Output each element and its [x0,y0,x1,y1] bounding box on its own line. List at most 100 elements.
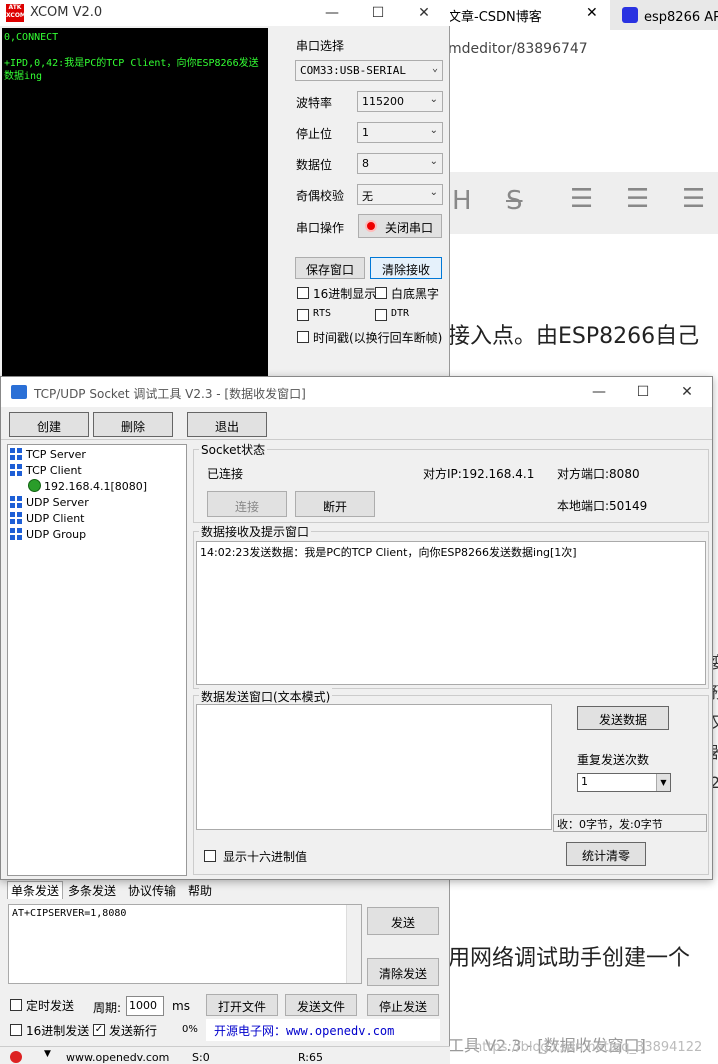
create-button[interactable]: 创建 [9,412,89,437]
repeat-count-label: 重复发送次数 [577,753,650,767]
send-tabs: 单条发送 多条发送 协议传输 帮助 [4,880,444,900]
tab-multi-send[interactable]: 多条发送 [68,882,116,899]
connect-button[interactable]: 连接 [207,491,287,517]
recv-area[interactable]: 14:02:23发送数据：我是PC的TCP Client，向你ESP8266发送… [196,541,706,685]
minimize-icon[interactable]: — [310,0,354,26]
status-received: R:65 [298,1051,324,1064]
exit-button[interactable]: 退出 [187,412,267,437]
tcp-titlebar: TCP/UDP Socket 调试工具 V2.3 - [数据收发窗口] — ☐ … [1,377,712,407]
atk-logo: ATK XCOM [6,4,26,22]
ms-label: ms [172,999,190,1013]
send-file-button[interactable]: 发送文件 [285,994,357,1016]
openedv-ad-link[interactable]: 开源电子网：www.openedv.com [206,1019,440,1041]
window-title: TCP/UDP Socket 调试工具 V2.3 - [数据收发窗口] [34,387,306,401]
chevron-down-icon: ▼ [656,774,670,791]
maximize-icon[interactable]: ☐ [356,0,400,26]
browser-tab-esp8266[interactable]: esp8266 AP棋 [612,0,718,30]
chevron-down-icon: ⌄ [431,63,438,74]
heading-icon[interactable]: H [452,186,472,216]
repeat-count-select[interactable]: 1 ▼ [577,773,671,792]
delete-button[interactable]: 删除 [93,412,173,437]
remote-ip: 对方IP:192.168.4.1 [423,467,535,481]
connection-globe-icon [28,479,41,492]
task-list-icon[interactable]: ☰ [682,184,705,214]
close-port-button[interactable]: 关闭串口 [358,214,442,238]
hex-send-label: 16进制发送 [26,1024,90,1038]
baud-select[interactable]: 115200 ⌄ [357,91,443,112]
tree-item-tcp-server[interactable]: TCP Server [10,447,184,463]
tab-close-icon[interactable]: ✕ [586,5,598,21]
open-file-button[interactable]: 打开文件 [206,994,278,1016]
hex-display-checkbox[interactable] [297,287,309,299]
reset-stats-button[interactable]: 统计清零 [566,842,646,866]
send-newline-label: 发送新行 [109,1024,158,1038]
period-label: 周期: [93,1001,122,1015]
data-bits-select[interactable]: 8 ⌄ [357,153,443,174]
numbered-list-icon[interactable]: ☰ [626,184,649,214]
server-icon [10,496,22,508]
send-input[interactable]: AT+CIPSERVER=1,8080 [8,904,362,984]
watermark: https://blog.csdn.net/qq_33894122 [474,1040,703,1055]
tcp-send-input[interactable] [196,704,552,830]
send-input-scrollbar[interactable] [346,905,361,983]
baidu-paw-icon [622,7,638,23]
tab-protocol[interactable]: 协议传输 [128,882,176,899]
byte-stats: 收：0字节，发:0字节 [553,814,707,832]
tcp-window: TCP/UDP Socket 调试工具 V2.3 - [数据收发窗口] — ☐ … [0,376,713,880]
send-button[interactable]: 发送 [367,907,439,935]
tree-item-udp-client[interactable]: UDP Client [10,511,184,527]
timestamp-label: 时间戳(以换行回车断帧) [313,331,443,345]
send-newline-checkbox[interactable]: ✓ [93,1024,105,1036]
disconnect-button[interactable]: 断开 [295,491,375,517]
parity-label: 奇偶校验 [296,189,345,203]
bullet-list-icon[interactable]: ☰ [570,184,593,214]
progress-percent: 0% [182,1024,198,1035]
minimize-icon[interactable]: — [577,379,621,405]
white-black-label: 白底黑字 [391,287,440,301]
save-window-button[interactable]: 保存窗口 [295,257,365,279]
show-hex-checkbox[interactable] [204,850,216,862]
client-icon [10,512,22,524]
tab-help[interactable]: 帮助 [188,882,212,899]
port-select[interactable]: COM33:USB-SERIAL ⌄ [295,60,443,81]
connection-tree: TCP Server TCP Client 192.168.4.1[8080] … [7,444,187,876]
timestamp-checkbox[interactable] [297,331,309,343]
settings-gear-icon[interactable] [10,1051,22,1063]
clear-receive-button[interactable]: 清除接收 [370,257,442,279]
status-url[interactable]: www.openedv.com [66,1051,169,1064]
white-black-checkbox[interactable] [375,287,387,299]
article-text: 用网络调试助手创建一个 [448,946,691,971]
dropdown-arrow-icon[interactable]: ▼ [44,1049,51,1059]
tab-single-send[interactable]: 单条发送 [7,881,64,899]
timed-send-checkbox[interactable] [10,999,22,1011]
address-bar[interactable]: mdeditor/83896747 [440,36,718,64]
send-title: 数据发送窗口(文本模式) [199,688,333,705]
tree-item-udp-server[interactable]: UDP Server [10,495,184,511]
close-icon[interactable]: ✕ [665,379,709,405]
stop-bits-select[interactable]: 1 ⌄ [357,122,443,143]
tcp-toolbar: 创建 删除 退出 [1,408,712,440]
send-data-button[interactable]: 发送数据 [577,706,669,730]
strikethrough-icon[interactable]: S [506,186,523,216]
tab-title: esp8266 AP棋 [644,10,718,25]
period-input[interactable]: 1000 [126,996,164,1016]
dtr-label: DTR [391,308,410,319]
rts-checkbox[interactable] [297,309,309,321]
group-icon [10,528,22,540]
stop-send-button[interactable]: 停止发送 [367,994,439,1016]
tree-item-client-connection[interactable]: 192.168.4.1[8080] [10,479,184,495]
tree-item-udp-group[interactable]: UDP Group [10,527,184,543]
close-icon[interactable]: ✕ [402,0,446,26]
parity-select[interactable]: 无 ⌄ [357,184,443,205]
window-title: XCOM V2.0 [30,5,103,20]
rts-label: RTS [313,308,332,319]
dtr-checkbox[interactable] [375,309,387,321]
remote-port: 对方端口:8080 [557,467,640,481]
socket-status-title: Socket状态 [199,441,268,458]
browser-tab-active[interactable]: 文章-CSDN博客 ✕ [440,0,610,30]
clear-send-button[interactable]: 清除发送 [367,958,439,986]
maximize-icon[interactable]: ☐ [621,379,665,405]
hex-send-checkbox[interactable] [10,1024,22,1036]
receive-area[interactable]: 0,CONNECT +IPD,0,42:我是PC的TCP Client，向你ES… [2,28,268,380]
tree-item-tcp-client[interactable]: TCP Client [10,463,184,479]
